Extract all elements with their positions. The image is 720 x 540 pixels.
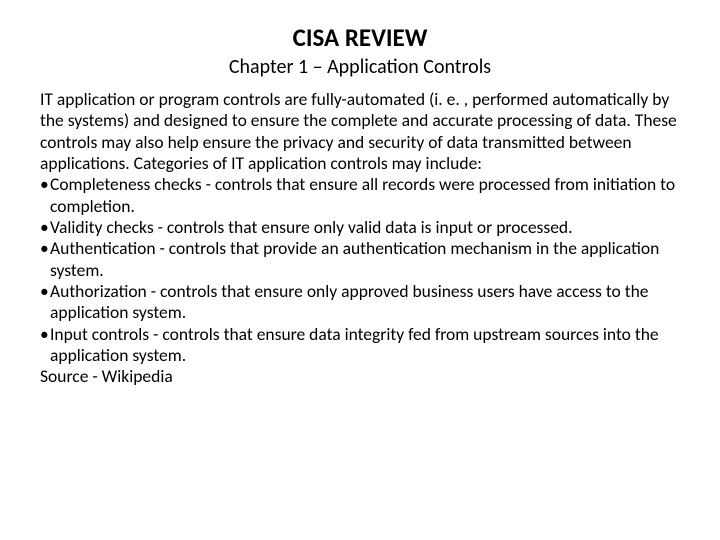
list-item: Input controls - controls that ensure da… [40, 324, 680, 367]
slide-subtitle: Chapter 1 – Application Controls [40, 55, 680, 79]
slide-title: CISA REVIEW [40, 22, 680, 53]
body-content: IT application or program controls are f… [40, 89, 680, 388]
list-item: Authorization - controls that ensure onl… [40, 281, 680, 324]
intro-paragraph: IT application or program controls are f… [40, 88, 677, 174]
source-line: Source - Wikipedia [40, 365, 173, 387]
list-item: Completeness checks - controls that ensu… [40, 174, 680, 217]
list-item: Authentication - controls that provide a… [40, 238, 680, 281]
bullet-list: Completeness checks - controls that ensu… [40, 174, 680, 366]
list-item: Validity checks - controls that ensure o… [40, 217, 680, 238]
